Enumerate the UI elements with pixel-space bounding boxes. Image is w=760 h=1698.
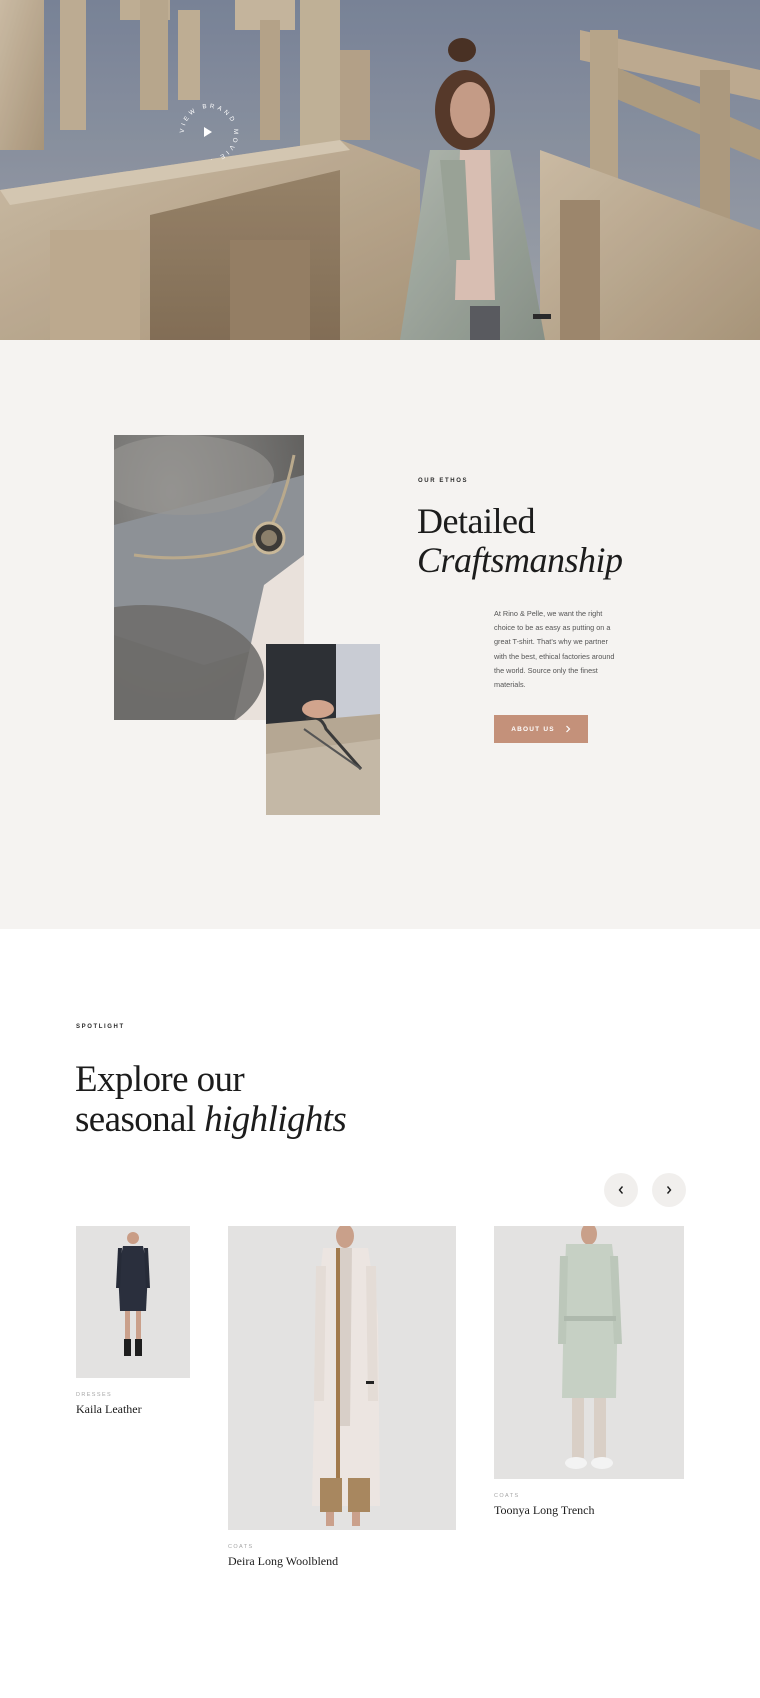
about-us-label: ABOUT US — [511, 725, 555, 733]
product-name[interactable]: Deira Long Woolblend — [228, 1554, 456, 1569]
play-icon — [204, 127, 212, 137]
product-name[interactable]: Kaila Leather — [76, 1402, 190, 1417]
ethos-title-line2: Craftsmanship — [417, 540, 623, 580]
about-us-button[interactable]: ABOUT US — [494, 715, 588, 743]
product-category: DRESSES — [76, 1392, 113, 1398]
product-name[interactable]: Toonya Long Trench — [494, 1503, 684, 1518]
chevron-left-icon — [618, 1186, 624, 1194]
product-image[interactable] — [76, 1226, 190, 1378]
ethos-eyebrow: OUR ETHOS — [418, 478, 469, 484]
chevron-right-icon — [666, 1186, 672, 1194]
product-image[interactable] — [228, 1226, 456, 1530]
spotlight-title-line1: Explore our — [75, 1059, 245, 1100]
spotlight-title: Explore our seasonal highlights — [75, 1059, 347, 1140]
chevron-right-icon — [565, 725, 571, 733]
product-image[interactable] — [494, 1226, 684, 1479]
product-card[interactable]: DRESSES Kaila Leather — [76, 1226, 190, 1417]
carousel-prev-button[interactable] — [604, 1173, 638, 1207]
spotlight-title-italic: highlights — [204, 1099, 347, 1140]
cutting-fabric-image — [266, 644, 380, 815]
ethos-section: OUR ETHOS Detailed Craftsmanship At Rino… — [0, 340, 760, 929]
product-card[interactable]: COATS Deira Long Woolblend — [228, 1226, 456, 1569]
carousel-next-button[interactable] — [652, 1173, 686, 1207]
brand-movie-button[interactable]: VIEW BRAND MOVIE · — [174, 98, 244, 168]
spotlight-eyebrow: SPOTLIGHT — [76, 1024, 125, 1030]
ethos-title-line1: Detailed — [417, 501, 535, 541]
ethos-body-text: At Rino & Pelle, we want the right choic… — [494, 609, 615, 690]
spotlight-title-line2: seasonal — [75, 1099, 196, 1140]
product-category: COATS — [228, 1544, 254, 1550]
ethos-title: Detailed Craftsmanship — [417, 502, 623, 580]
product-card[interactable]: COATS Toonya Long Trench — [494, 1226, 684, 1518]
product-category: COATS — [494, 1493, 520, 1499]
hero-banner: VIEW BRAND MOVIE · — [0, 0, 760, 340]
